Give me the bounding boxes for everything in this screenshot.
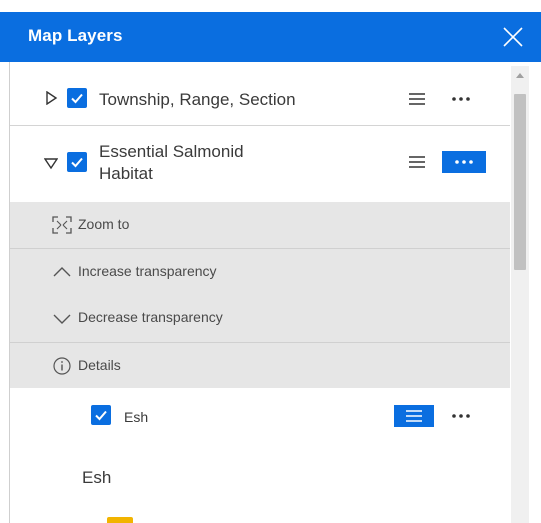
menu-item-label: Decrease transparency xyxy=(78,309,223,325)
layer-item-township: Township, Range, Section xyxy=(10,62,510,126)
layer-label-line2[interactable]: Habitat xyxy=(99,163,153,185)
menu-item-zoom-to[interactable]: Zoom to xyxy=(10,202,510,248)
more-options-icon[interactable] xyxy=(446,88,476,110)
menu-item-decrease-transparency[interactable]: Decrease transparency xyxy=(10,295,510,341)
layer-label-line1[interactable]: Essential Salmonid xyxy=(99,141,244,163)
menu-item-label: Details xyxy=(78,357,121,373)
expand-down-icon[interactable] xyxy=(43,156,59,170)
legend-swatch xyxy=(107,517,133,523)
menu-item-label: Zoom to xyxy=(78,216,130,232)
legend-list-icon[interactable] xyxy=(402,151,432,173)
scroll-up-arrow-icon[interactable] xyxy=(511,66,529,84)
scrollbar[interactable] xyxy=(511,66,529,523)
sublayer-checkbox-esh[interactable] xyxy=(91,405,111,425)
legend-list-icon[interactable] xyxy=(402,88,432,110)
chevron-up-icon xyxy=(52,263,72,281)
layer-label[interactable]: Township, Range, Section xyxy=(99,89,296,111)
more-options-icon[interactable] xyxy=(442,151,486,173)
layer-list: Township, Range, Section Essential Salmo… xyxy=(9,62,535,523)
more-options-icon[interactable] xyxy=(446,405,476,427)
layer-action-menu: Zoom to Increase transparency Decrease t… xyxy=(10,202,510,388)
close-icon[interactable] xyxy=(501,25,525,49)
scrollbar-thumb[interactable] xyxy=(514,94,526,270)
zoom-to-icon xyxy=(52,216,72,234)
menu-item-label: Increase transparency xyxy=(78,263,217,279)
menu-item-increase-transparency[interactable]: Increase transparency xyxy=(10,249,510,295)
panel-title: Map Layers xyxy=(28,26,123,45)
chevron-down-icon xyxy=(52,309,72,327)
sublayer-item-esh: Esh xyxy=(10,388,510,446)
map-layers-panel: Map Layers Township, Range, Section Esse… xyxy=(0,0,541,523)
sublayer-label[interactable]: Esh xyxy=(124,406,148,428)
legend-list-icon[interactable] xyxy=(394,405,434,427)
expand-right-icon[interactable] xyxy=(44,90,58,106)
info-icon xyxy=(52,357,72,375)
menu-item-details[interactable]: Details xyxy=(10,343,510,389)
panel-header: Map Layers xyxy=(0,12,541,62)
layer-checkbox-township[interactable] xyxy=(67,88,87,108)
layer-checkbox-salmonid[interactable] xyxy=(67,152,87,172)
layer-item-salmonid: Essential Salmonid Habitat xyxy=(10,126,510,202)
legend-title: Esh xyxy=(82,468,112,487)
